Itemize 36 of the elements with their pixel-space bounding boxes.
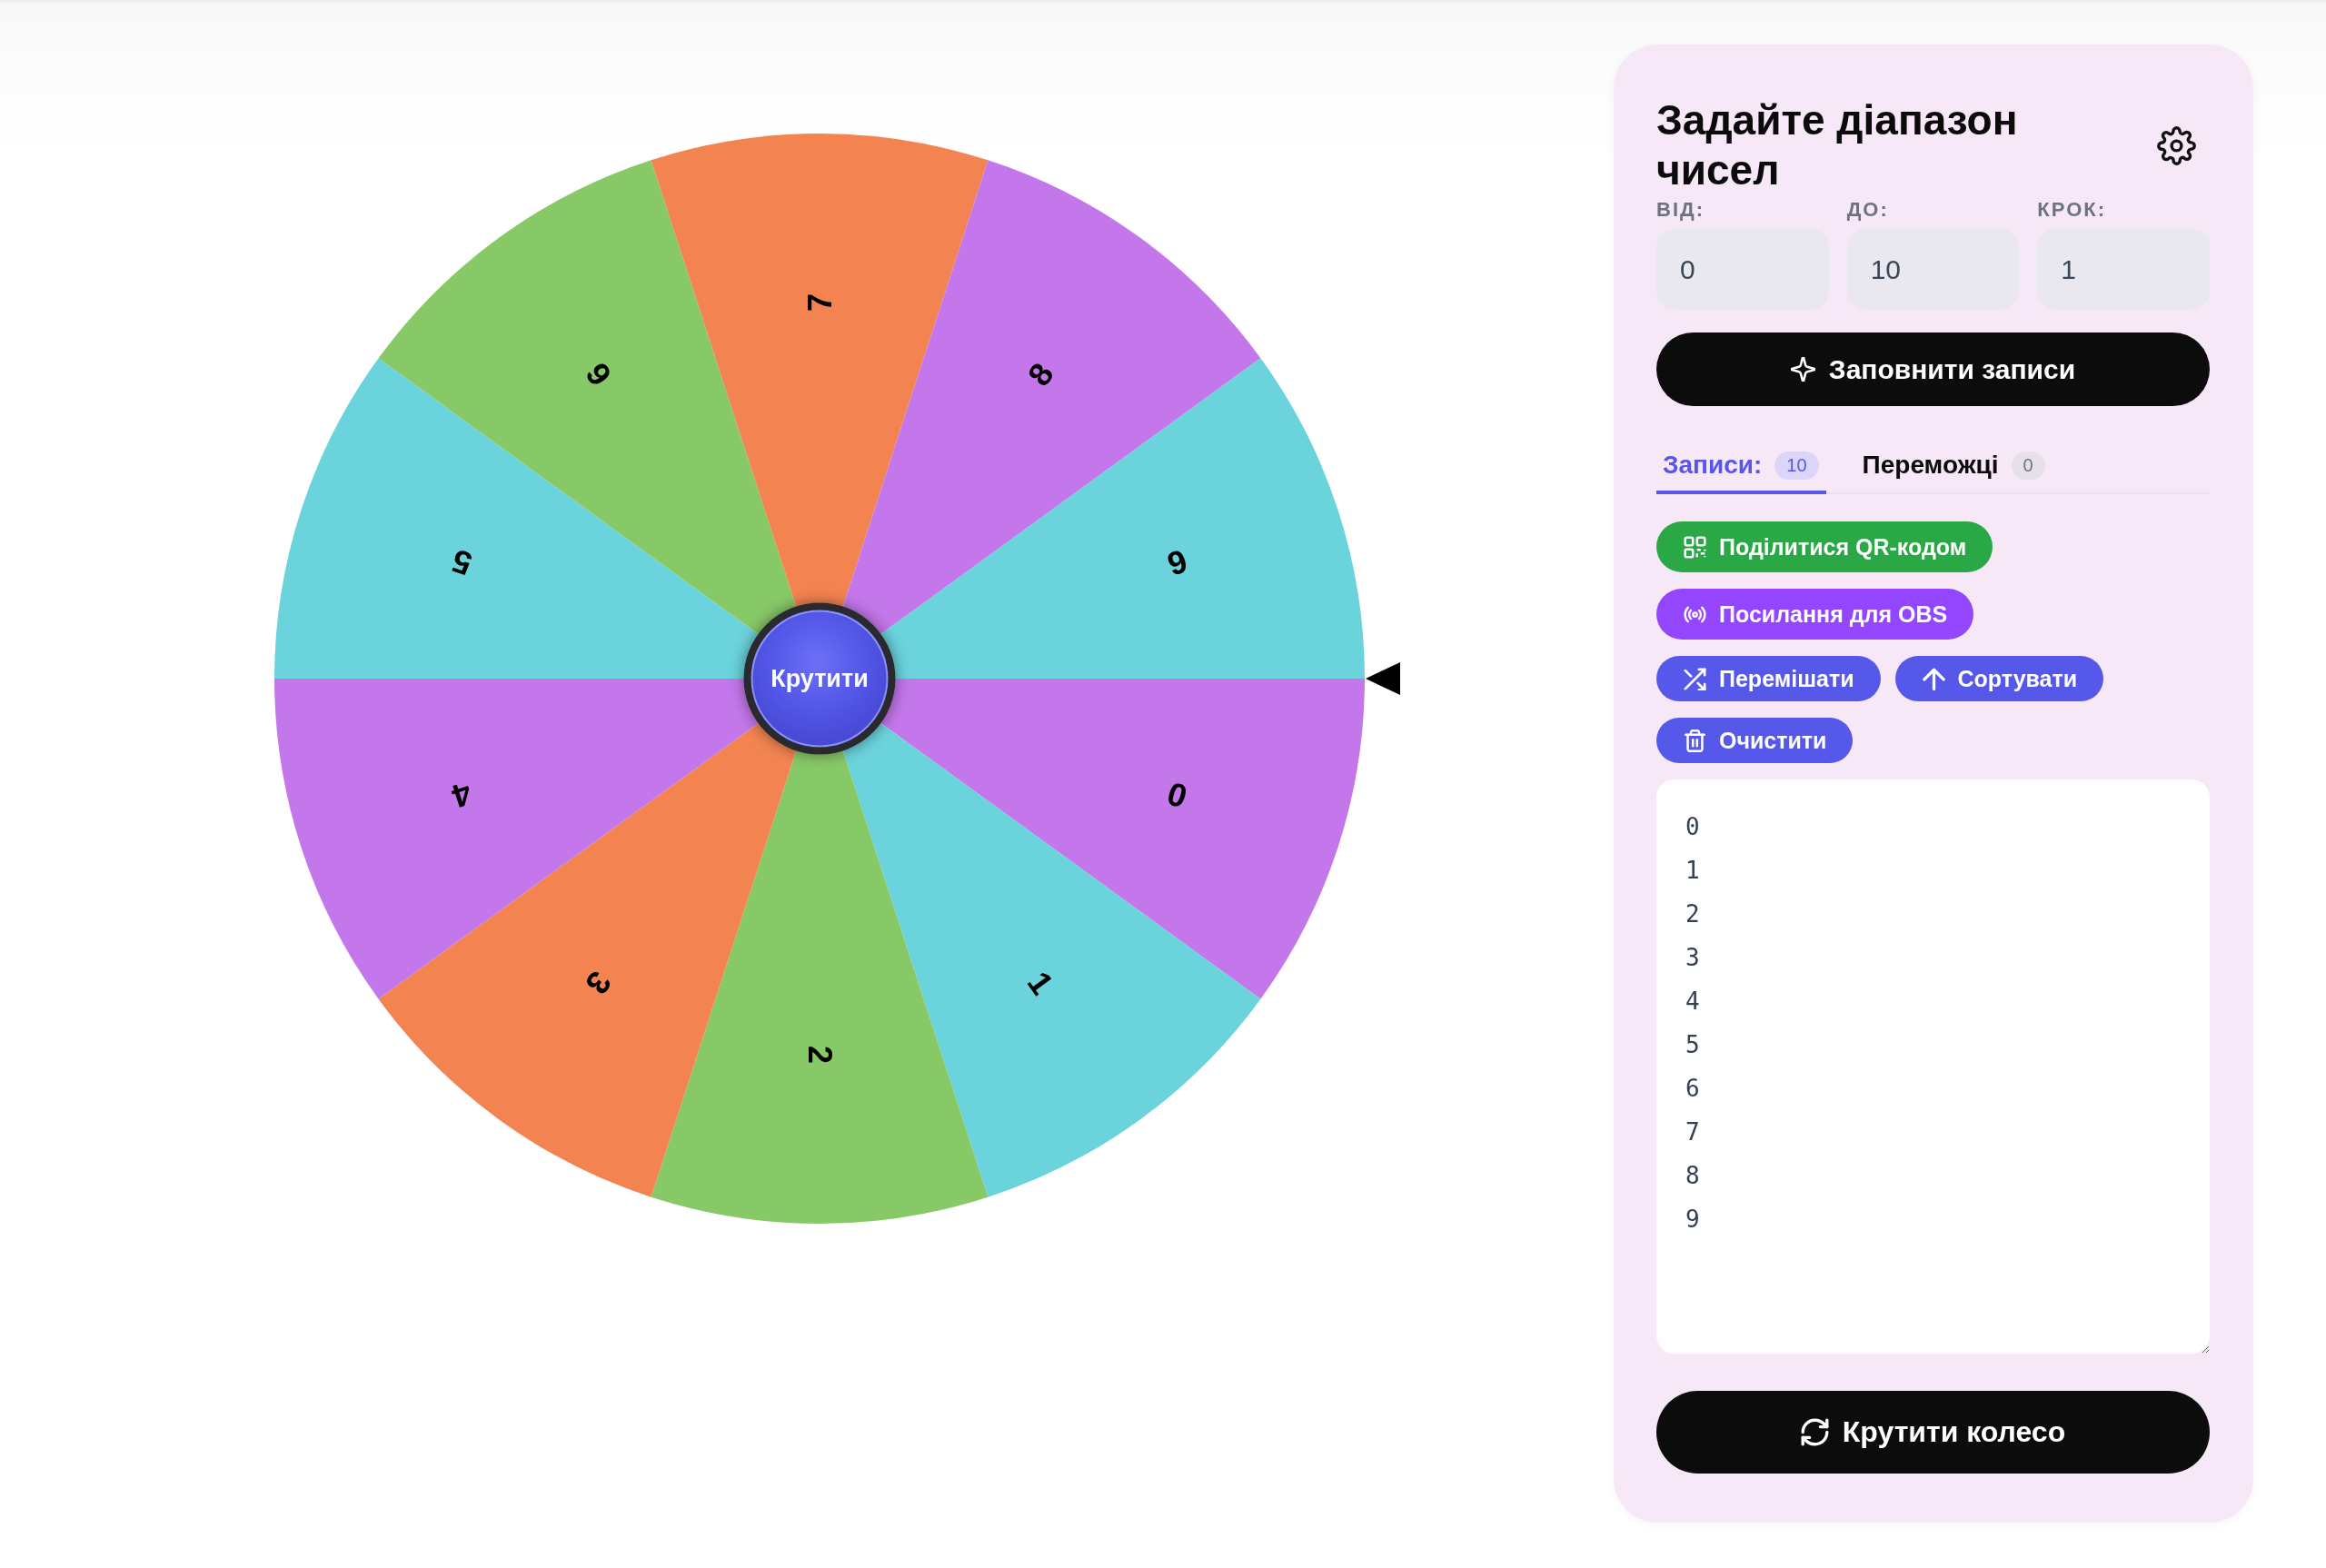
segment-label: 6: [578, 355, 620, 393]
sparkle-icon: [1790, 357, 1815, 382]
segment-label: 4: [447, 774, 477, 816]
entries-textarea[interactable]: 0 1 2 3 4 5 6 7 8 9: [1656, 779, 2210, 1354]
tab[interactable]: Записи: 10: [1656, 450, 1826, 494]
shuffle-button[interactable]: Перемішати: [1656, 656, 1881, 701]
segment-label: 0: [1162, 774, 1192, 816]
segment-label: 7: [800, 293, 839, 312]
segment-label: 5: [447, 541, 477, 583]
number-input[interactable]: 10: [1846, 229, 2020, 310]
qr-code-icon: [1684, 535, 1706, 559]
trash-icon: [1684, 729, 1706, 752]
field-label: КРОК:: [2037, 198, 2106, 222]
sort-button[interactable]: Сортувати: [1894, 656, 2104, 701]
number-input[interactable]: 0: [1656, 229, 1829, 310]
pointer-icon: [1366, 662, 1400, 695]
segment-label: 9: [1162, 541, 1192, 583]
segment-label: 1: [1019, 964, 1061, 1002]
arrow-up-icon: [1922, 667, 1945, 690]
obs-link-button[interactable]: Посилання для OBS: [1656, 589, 1974, 640]
count-badge: 10: [1774, 451, 1819, 480]
fill-entries-button[interactable]: Заповнити записи: [1656, 332, 2210, 406]
spin-wheel-button[interactable]: Крутити колесо: [1656, 1391, 2210, 1474]
panel-title: Задайте діапазон чисел: [1656, 95, 2019, 195]
settings-icon[interactable]: [2157, 125, 2196, 165]
segment-label: 8: [1019, 355, 1061, 393]
field-label: ДО:: [1846, 198, 1889, 222]
count-badge: 0: [2011, 451, 2045, 480]
shuffle-icon: [1684, 667, 1706, 690]
segment-label: 3: [578, 964, 620, 1002]
tab[interactable]: Переможці 0: [1855, 450, 2053, 494]
refresh-icon: [1800, 1418, 1829, 1446]
segment-label: 2: [800, 1046, 839, 1064]
field-label: ВІД:: [1656, 198, 1705, 222]
clear-button[interactable]: Очистити: [1656, 718, 1854, 763]
number-input[interactable]: 1: [2037, 229, 2210, 310]
